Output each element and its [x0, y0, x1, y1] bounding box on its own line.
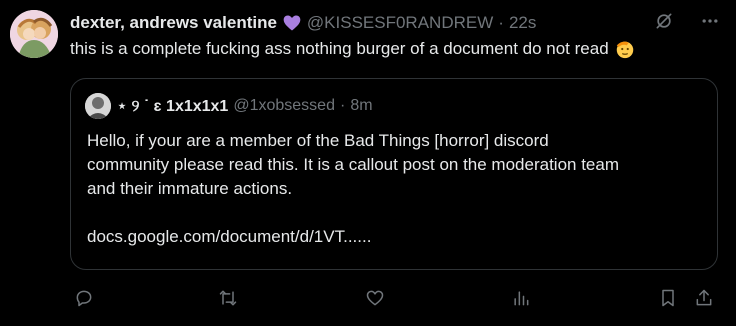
quote-link[interactable]: docs.google.com/document/d/1VT......: [87, 225, 707, 249]
grok-icon[interactable]: [652, 9, 676, 33]
timestamp[interactable]: 22s: [509, 13, 536, 33]
quote-handle[interactable]: @1xobsessed: [233, 97, 335, 115]
quote-avatar[interactable]: [85, 93, 111, 119]
header-actions: [652, 9, 722, 33]
user-handle[interactable]: @KISSESF0RANDREW: [307, 13, 493, 33]
tweet-text: this is a complete fucking ass nothing b…: [70, 37, 636, 61]
quote-header: ⋆ ୨ ˙ ɛ 1x1x1x1 @1xobsessed · 8m: [117, 95, 373, 117]
views-icon[interactable]: [509, 286, 533, 310]
avatar[interactable]: [10, 10, 58, 58]
bookmark-icon[interactable]: [656, 286, 680, 310]
display-name[interactable]: dexter, andrews valentine: [70, 13, 277, 33]
quote-display-name[interactable]: ⋆ ୨ ˙ ɛ 1x1x1x1: [117, 96, 228, 116]
like-icon[interactable]: [363, 286, 387, 310]
purple-heart-icon: [282, 13, 302, 33]
quote-text-line: and their immature actions.: [87, 179, 293, 198]
tweet-text-content: this is a complete fucking ass nothing b…: [70, 39, 609, 58]
repost-icon[interactable]: [216, 286, 240, 310]
quote-text-line: community please read this. It is a call…: [87, 155, 619, 174]
quoted-tweet[interactable]: ⋆ ୨ ˙ ɛ 1x1x1x1 @1xobsessed · 8m Hello, …: [70, 78, 718, 270]
tweet[interactable]: dexter, andrews valentine @KISSESF0RANDR…: [0, 0, 736, 326]
more-options-icon[interactable]: [698, 9, 722, 33]
quote-separator: ·: [339, 97, 346, 114]
saluting-face-emoji-icon: [614, 38, 636, 60]
quote-text-line: Hello, if your are a member of the Bad T…: [87, 131, 549, 150]
reply-icon[interactable]: [72, 286, 96, 310]
quote-timestamp[interactable]: 8m: [350, 97, 372, 115]
header-separator: ·: [498, 13, 504, 32]
action-bar: [70, 286, 720, 310]
quote-body: Hello, if your are a member of the Bad T…: [87, 129, 707, 249]
tweet-header: dexter, andrews valentine @KISSESF0RANDR…: [70, 11, 536, 35]
share-icon[interactable]: [692, 286, 716, 310]
